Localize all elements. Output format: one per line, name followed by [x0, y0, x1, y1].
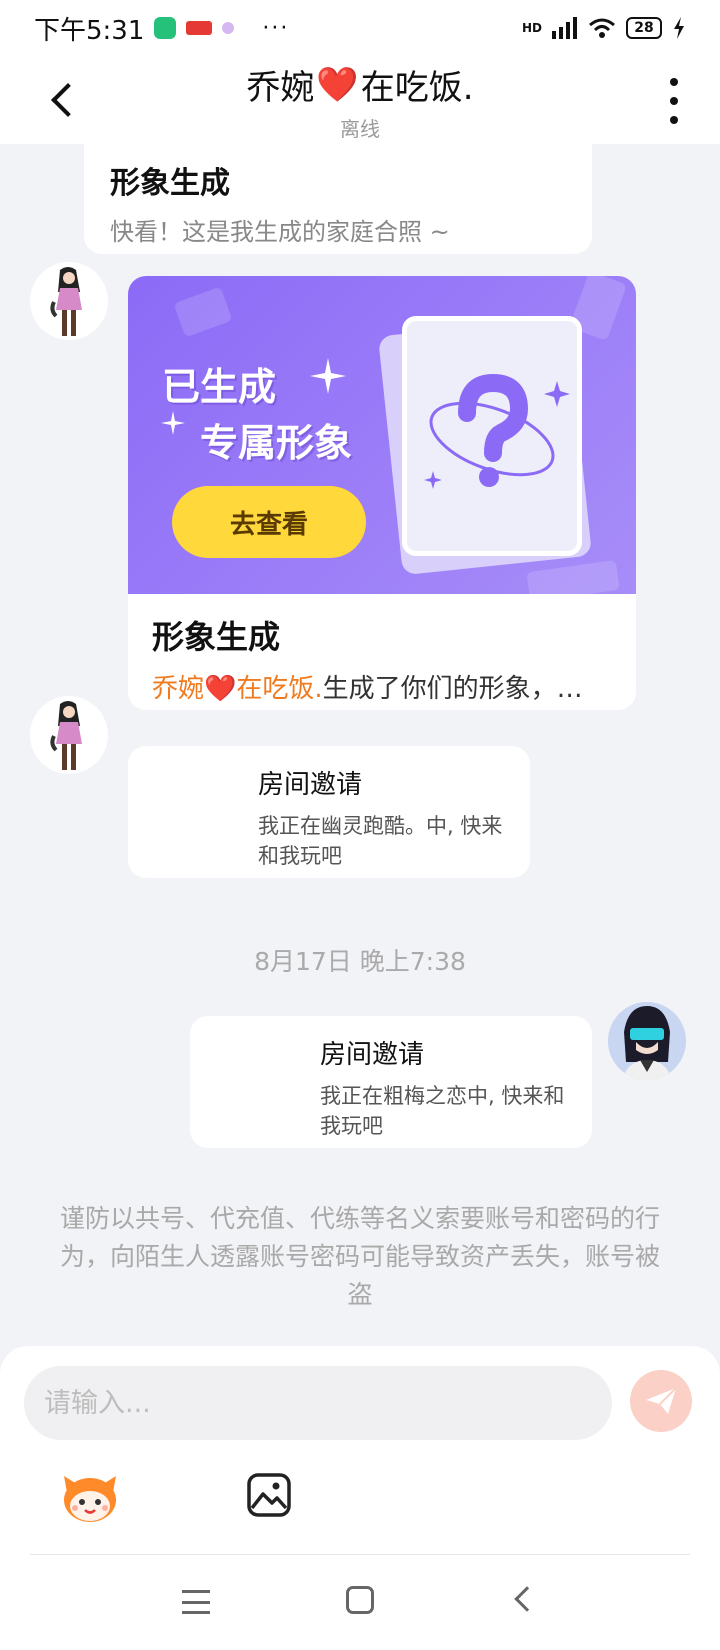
hd-indicator: HD — [521, 21, 542, 35]
app-notification-icon — [154, 17, 177, 39]
system-nav-bar — [0, 1556, 720, 1650]
security-warning: 谨防以共号、代充值、代练等名义索要账号和密码的行为，向陌生人透露账号密码可能导致… — [60, 1204, 661, 1309]
app-notification-icon — [222, 22, 235, 34]
caption-desc-text: 生成了你们的形象，… — [322, 674, 583, 704]
caption-desc: 乔婉❤️在吃饭.生成了你们的形象，… — [152, 668, 612, 705]
my-avatar[interactable] — [608, 1002, 686, 1080]
wifi-icon — [589, 18, 615, 38]
invite-desc: 我正在粗梅之恋中, 快来和我玩吧 — [320, 1084, 565, 1138]
send-button[interactable] — [630, 1370, 692, 1432]
image-icon[interactable] — [246, 1472, 292, 1518]
more-notifications-icon: ··· — [262, 15, 290, 41]
invite-title: 房间邀请 — [320, 1040, 425, 1070]
nav-back-icon[interactable] — [514, 1586, 540, 1612]
anime-character-avatar-icon — [608, 1002, 686, 1080]
room-invite-message[interactable]: 房间邀请 我正在幽灵跑酷。中, 快来和我玩吧 — [128, 746, 530, 878]
view-button[interactable]: 去查看 — [172, 486, 366, 558]
chat-header: 乔婉 ❤️ 在吃饭. 离线 — [0, 56, 720, 144]
heart-icon: ❤️ — [204, 674, 237, 704]
online-status: 离线 — [340, 117, 380, 141]
divider — [30, 1554, 690, 1555]
message-desc: 快看！这是我生成的家庭合照 ~ — [110, 218, 450, 246]
status-bar: 下午5:31 ··· HD 28 — [0, 0, 720, 56]
battery-icon: 28 — [626, 17, 662, 39]
mystery-card — [402, 316, 582, 556]
banner-title-line2: 专属形象 — [200, 421, 353, 465]
composer — [0, 1346, 720, 1650]
chat-title: 乔婉 ❤️ 在吃饭. — [160, 60, 560, 109]
anime-girl-avatar-icon — [30, 262, 108, 340]
caption-title: 形象生成 — [152, 618, 281, 656]
back-icon[interactable] — [44, 76, 84, 124]
avatar[interactable] — [30, 262, 108, 340]
avatar-generation-message[interactable]: 形象生成 快看！这是我生成的家庭合照 ~ — [84, 144, 592, 254]
card-caption: 形象生成 乔婉❤️在吃饭.生成了你们的形象，… — [128, 594, 636, 710]
signal-icon — [552, 17, 577, 39]
status-time: 下午5:31 — [34, 15, 145, 46]
app-notification-icon — [186, 21, 213, 35]
message-input[interactable] — [24, 1366, 612, 1440]
user-mention-suffix: 在吃饭. — [236, 674, 323, 704]
mascot-emoji-icon[interactable] — [60, 1468, 120, 1524]
sparkle-icon — [310, 358, 346, 394]
more-vertical-icon[interactable] — [664, 78, 684, 124]
invite-desc: 我正在幽灵跑酷。中, 快来和我玩吧 — [258, 814, 503, 868]
title-suffix: 在吃饭. — [360, 68, 474, 108]
banner-title-line1: 已生成 — [162, 365, 277, 409]
charging-icon — [674, 17, 684, 39]
avatar[interactable] — [30, 696, 108, 774]
chat-title-block: 乔婉 ❤️ 在吃饭. 离线 — [160, 60, 560, 142]
avatar-generated-card[interactable]: 已生成 专属形象 去查看 形象生成 乔婉❤️在吃饭.生成了你们的形象，… — [128, 276, 636, 710]
room-invite-message[interactable]: 房间邀请 我正在粗梅之恋中, 快来和我玩吧 — [190, 1016, 592, 1148]
menu-icon[interactable] — [182, 1590, 210, 1614]
heart-icon: ❤️ — [316, 64, 359, 105]
title-name: 乔婉 — [246, 68, 315, 108]
sparkle-icon — [161, 411, 185, 435]
generated-banner: 已生成 专属形象 去查看 — [128, 276, 636, 603]
invite-title: 房间邀请 — [258, 770, 363, 800]
message-title: 形象生成 — [110, 166, 230, 201]
user-mention: 乔婉 — [152, 674, 205, 704]
home-icon[interactable] — [346, 1586, 374, 1614]
anime-girl-avatar-icon — [30, 696, 108, 774]
question-mark-icon — [424, 373, 570, 489]
battery-level: 28 — [634, 20, 654, 36]
message-timestamp: 8月17日 晚上7:38 — [254, 947, 466, 976]
paper-plane-icon — [646, 1387, 677, 1414]
